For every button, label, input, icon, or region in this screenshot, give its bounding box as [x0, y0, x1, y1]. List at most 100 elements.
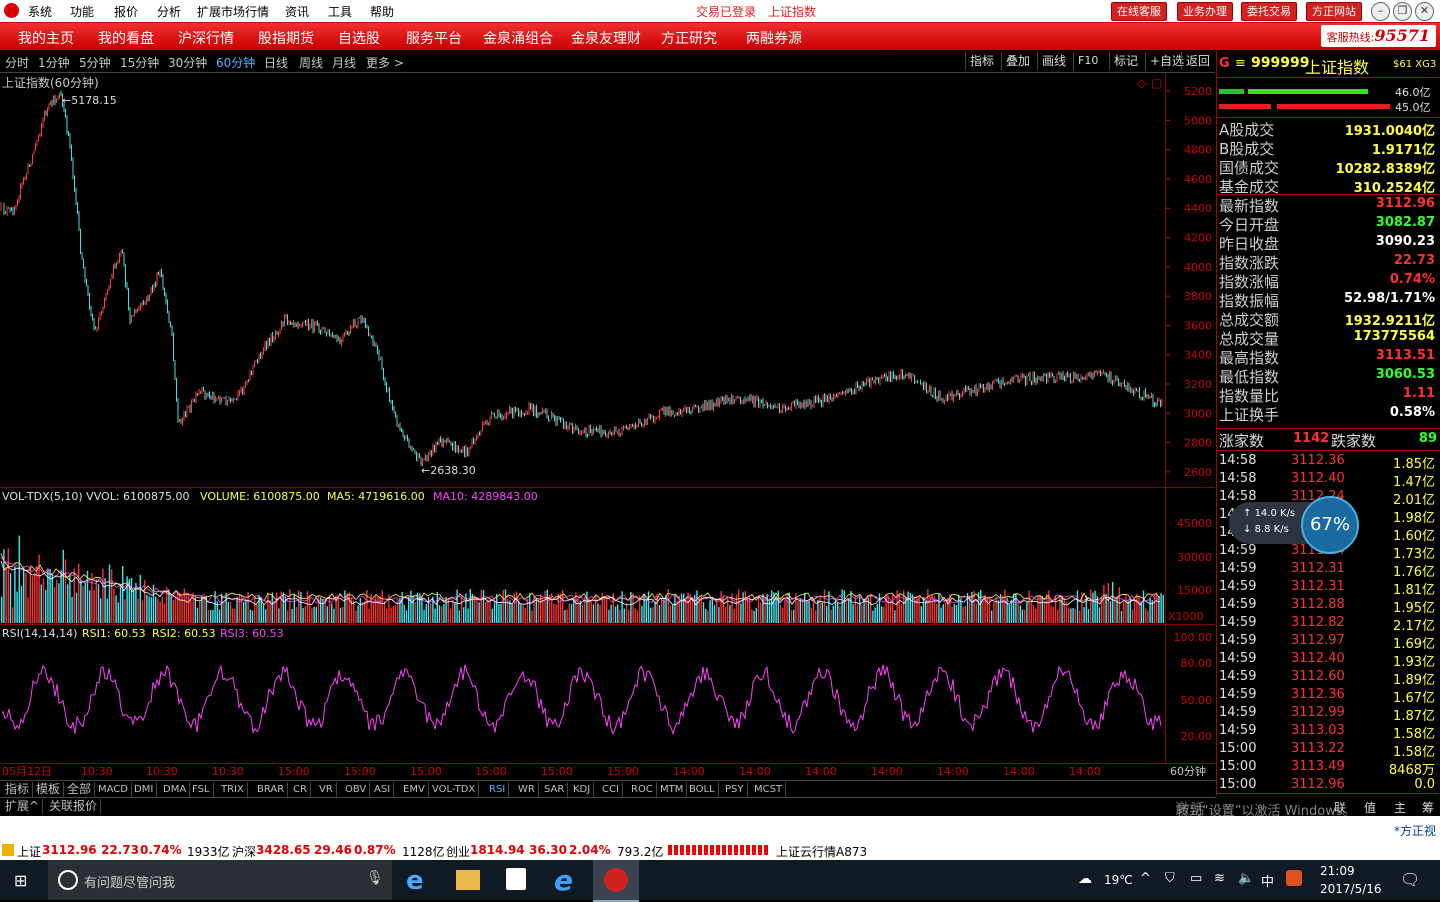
indicator-tab-obv[interactable]: OBV [342, 782, 371, 797]
nav-research[interactable]: 方正研究 [661, 28, 717, 48]
ticker-cloud[interactable]: 上证云行情A873 [776, 843, 867, 860]
indicator-tab-cr[interactable]: CR [290, 782, 311, 797]
speed-widget[interactable]: ↑ 14.0 K/s ↓ 8.8 K/s 67% [1229, 496, 1359, 554]
tool-back[interactable]: 返回 [1181, 52, 1214, 70]
menu-system[interactable]: 系统 [28, 3, 52, 20]
clock-date[interactable]: 2017/5/16 [1320, 882, 1382, 896]
indicator-tab-指标[interactable]: 指标 [2, 782, 34, 797]
period-week[interactable]: 周线 [299, 54, 323, 71]
menu-analysis[interactable]: 分析 [157, 3, 181, 20]
indicator-tab-roc[interactable]: ROC [628, 782, 657, 797]
indicator-tab-boll[interactable]: BOLL [686, 782, 719, 797]
down-count: 89 [1418, 431, 1437, 446]
period-day[interactable]: 日线 [264, 54, 288, 71]
indicator-tab-trix[interactable]: TRIX [218, 782, 248, 797]
tab-related-quote[interactable]: 关联报价 [46, 799, 102, 814]
sogou-icon[interactable] [1286, 870, 1302, 886]
period-15m[interactable]: 15分钟 [120, 54, 159, 71]
restore-icon[interactable]: ❐ [1393, 2, 1412, 21]
close-icon[interactable]: ✕ [1415, 2, 1434, 21]
nav-finance[interactable]: 金泉友理财 [571, 28, 641, 48]
minimize-icon[interactable]: – [1371, 2, 1390, 21]
volume-bar [177, 591, 179, 623]
chart-expand-icon[interactable]: ▢ [1151, 76, 1162, 90]
trade-button[interactable]: 委托交易 [1241, 2, 1297, 21]
menu-quote[interactable]: 报价 [114, 3, 138, 20]
indicator-tab-rsi[interactable]: RSI [486, 782, 510, 797]
indicator-tab-sar[interactable]: SAR [541, 782, 569, 797]
clock-time[interactable]: 21:09 [1320, 864, 1355, 878]
period-5m[interactable]: 5分钟 [79, 54, 111, 71]
nav-service[interactable]: 服务平台 [406, 28, 462, 48]
tool-overlay[interactable]: 叠加 [1001, 52, 1034, 70]
indicator-tab-asi[interactable]: ASI [371, 782, 395, 797]
indicator-tab-cci[interactable]: CCI [599, 782, 623, 797]
indicator-tab-vr[interactable]: VR [316, 782, 337, 797]
indicator-tab-brar[interactable]: BRAR [254, 782, 289, 797]
volume-bar [861, 605, 863, 623]
menu-tools[interactable]: 工具 [328, 3, 352, 20]
tool-mark[interactable]: 标记 [1109, 52, 1142, 70]
menu-news[interactable]: 资讯 [285, 3, 309, 20]
windows-start-icon[interactable]: ⊞ [14, 872, 32, 890]
period-60m[interactable]: 60分钟 [216, 54, 255, 71]
online-service-button[interactable]: 在线客服 [1111, 2, 1167, 21]
chart-diamond-icon[interactable]: ◇ [1137, 76, 1147, 90]
file-explorer-icon[interactable] [456, 870, 480, 890]
network-icon[interactable]: ▭ [1190, 871, 1202, 886]
nav-margin[interactable]: 两融券源 [746, 28, 802, 48]
volume-bar [1118, 587, 1120, 623]
indicator-tab-emv[interactable]: EMV [400, 782, 429, 797]
period-more[interactable]: 更多 > [366, 54, 404, 71]
wifi-icon[interactable]: ≋ [1214, 871, 1225, 886]
nav-my-watch[interactable]: 我的看盘 [98, 28, 154, 48]
period-30m[interactable]: 30分钟 [168, 54, 207, 71]
menu-function[interactable]: 功能 [70, 3, 94, 20]
indicator-tab-dmi[interactable]: DMI [131, 782, 158, 797]
website-button[interactable]: 方正网站 [1306, 2, 1362, 21]
tool-indicator[interactable]: 指标 [965, 52, 998, 70]
mic-icon[interactable]: 🎙 [366, 870, 384, 886]
menu-help[interactable]: 帮助 [370, 3, 394, 20]
nav-futures[interactable]: 股指期货 [258, 28, 314, 48]
volume-bar [960, 598, 962, 623]
indicator-tab-vol-tdx[interactable]: VOL-TDX [429, 782, 480, 797]
indicator-tab-dma[interactable]: DMA [160, 782, 191, 797]
indicator-tab-macd[interactable]: MACD [95, 782, 132, 797]
tab-extend[interactable]: 扩展^ [2, 799, 44, 814]
store-icon[interactable] [506, 868, 526, 890]
indicator-tab-fsl[interactable]: FSL [189, 782, 214, 797]
footer-tab-main[interactable]: 主 [1394, 799, 1406, 816]
period-1m[interactable]: 1分钟 [38, 54, 70, 71]
volume-icon[interactable]: 🔈 [1238, 871, 1254, 886]
indicator-tab-全部[interactable]: 全部 [64, 782, 96, 797]
kline-chart[interactable]: 5200 5000 4800 4600 4400 4200 4000 3800 3600 3400… [0, 73, 1215, 783]
indicator-tab-psy[interactable]: PSY [722, 782, 748, 797]
shield-icon[interactable]: ⛉ [1165, 871, 1175, 886]
nav-home[interactable]: 我的主页 [18, 28, 74, 48]
tool-f10[interactable]: F10 [1073, 52, 1102, 70]
menu-extended-market[interactable]: 扩展市场行情 [197, 3, 269, 20]
tool-draw[interactable]: 画线 [1037, 52, 1070, 70]
cortana-search[interactable]: 有问题尽管问我 🎙 [48, 860, 392, 900]
volume-bar [1138, 595, 1140, 623]
indicator-tab-mtm[interactable]: MTM [657, 782, 688, 797]
ie-icon[interactable]: e [554, 864, 573, 897]
period-tick[interactable]: 分时 [5, 54, 29, 71]
footer-tab-chips[interactable]: 筹 [1422, 799, 1434, 816]
business-button[interactable]: 业务办理 [1177, 2, 1233, 21]
indicator-tab-mcst[interactable]: MCST [751, 782, 787, 797]
tray-chevron-icon[interactable]: ^ [1140, 871, 1151, 886]
notification-icon[interactable]: 🗨 [1400, 870, 1420, 889]
indicator-tab-wr[interactable]: WR [515, 782, 539, 797]
indicator-tab-kdj[interactable]: KDJ [570, 782, 595, 797]
volume-bar [555, 604, 557, 623]
indicator-tab-模板[interactable]: 模板 [33, 782, 65, 797]
nav-market[interactable]: 沪深行情 [178, 28, 234, 48]
nav-watchlist[interactable]: 自选股 [338, 28, 380, 48]
period-month[interactable]: 月线 [332, 54, 356, 71]
ime-indicator[interactable]: 中 [1261, 871, 1274, 890]
edge-icon[interactable]: e [406, 866, 424, 896]
nav-portfolio[interactable]: 金泉涌组合 [483, 28, 553, 48]
app-task-founder[interactable] [593, 860, 639, 902]
